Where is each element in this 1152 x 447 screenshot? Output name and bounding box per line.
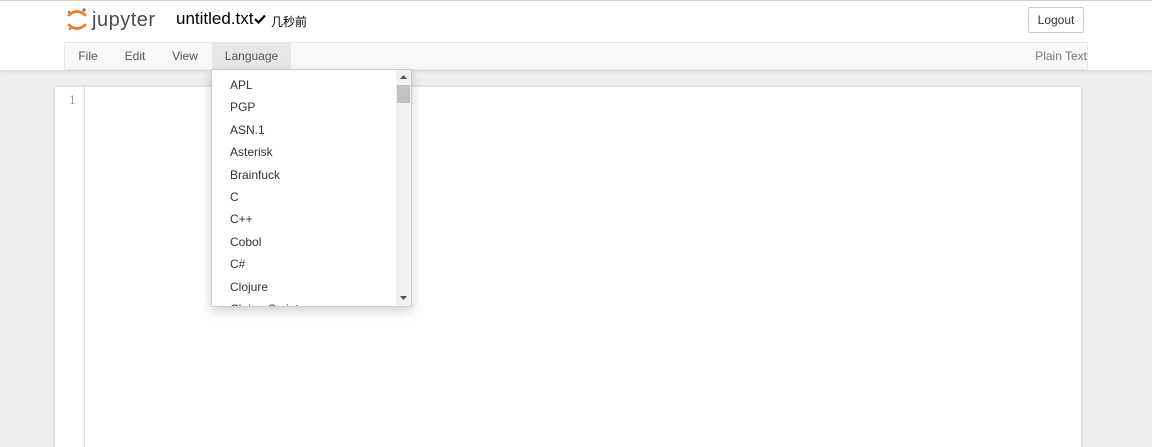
menu-language[interactable]: Language [212,43,291,69]
arrow-down-icon[interactable] [396,291,411,305]
arrow-up-icon[interactable] [396,70,411,84]
language-item-clojurescript[interactable]: ClojureScript [212,298,396,306]
language-dropdown-menu: APL PGP ASN.1 Asterisk Brainfuck C C++ C… [211,69,412,307]
language-item-asn1[interactable]: ASN.1 [212,119,396,141]
menubar: File Edit View Language Plain Text [64,42,1088,70]
jupyter-logo[interactable]: jupyter [66,6,166,34]
save-status: 几秒前 [271,15,308,29]
checkmark-icon [254,14,266,24]
text-editor[interactable]: 1 [55,87,1081,447]
dropdown-scrollbar[interactable] [396,70,411,306]
logout-button[interactable]: Logout [1028,7,1084,33]
language-item-brainfuck[interactable]: Brainfuck [212,164,396,186]
menu-view[interactable]: View [159,43,211,69]
scrollbar-thumb[interactable] [397,85,410,103]
jupyter-logo-icon [67,8,87,31]
menu-file[interactable]: File [65,43,111,69]
menu-edit[interactable]: Edit [111,43,159,69]
editor-mode-indicator: Plain Text [1035,49,1087,63]
header: jupyter untitled.txt 几秒前 Logout File Edi… [0,0,1152,70]
language-item-cobol[interactable]: Cobol [212,231,396,253]
language-item-asterisk[interactable]: Asterisk [212,141,396,163]
language-item-cpp[interactable]: C++ [212,208,396,230]
notebook-filename[interactable]: untitled.txt [176,9,254,29]
line-number: 1 [69,94,76,107]
line-number-gutter: 1 [55,87,85,447]
language-item-apl[interactable]: APL [212,74,396,96]
language-item-pgp[interactable]: PGP [212,96,396,118]
language-item-clojure[interactable]: Clojure [212,276,396,298]
language-list: APL PGP ASN.1 Asterisk Brainfuck C C++ C… [212,74,396,306]
language-item-c[interactable]: C [212,186,396,208]
logo-wordmark: jupyter [92,9,156,31]
language-item-csharp[interactable]: C# [212,253,396,275]
